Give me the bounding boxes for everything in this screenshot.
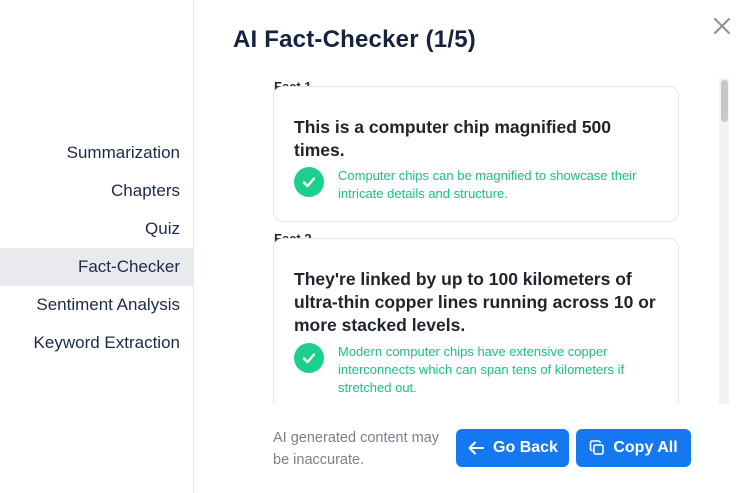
copy-all-button[interactable]: Copy All (576, 429, 691, 467)
fact-statement: This is a computer chip magnified 500 ti… (294, 117, 612, 160)
sidebar-item-label: Sentiment Analysis (36, 295, 180, 314)
sidebar-item-keyword-extraction[interactable]: Keyword Extraction (0, 324, 194, 362)
sidebar-item-fact-checker[interactable]: Fact-Checker (0, 248, 194, 286)
close-icon (714, 18, 730, 34)
arrow-left-icon (468, 441, 485, 455)
sidebar-item-label: Chapters (111, 181, 180, 200)
sidebar-item-label: Fact-Checker (77, 257, 180, 276)
close-button[interactable] (710, 14, 734, 38)
fact-card: They're linked by up to 100 kilometers o… (273, 238, 679, 404)
sidebar-item-summarization[interactable]: Summarization (0, 134, 194, 172)
sidebar-item-label: Summarization (66, 143, 180, 162)
feature-sidebar: Summarization Chapters Quiz Fact-Checker… (0, 0, 194, 493)
fact-note: Computer chips can be magnified to showc… (338, 168, 637, 201)
go-back-button[interactable]: Go Back (456, 429, 569, 467)
copy-all-label: Copy All (613, 439, 678, 456)
check-icon (294, 343, 324, 373)
copy-icon (590, 440, 605, 455)
page-title: AI Fact-Checker (1/5) (233, 26, 476, 53)
sidebar-item-label: Quiz (145, 219, 180, 238)
fact-checker-panel: AI Fact-Checker (1/5) Fact 1 This is a c… (195, 0, 753, 493)
sidebar-item-sentiment-analysis[interactable]: Sentiment Analysis (0, 286, 194, 324)
sidebar-item-label: Keyword Extraction (33, 333, 180, 352)
sidebar-item-quiz[interactable]: Quiz (0, 210, 194, 248)
fact-card: This is a computer chip magnified 500 ti… (273, 86, 679, 222)
facts-list[interactable]: Fact 1 This is a computer chip magnified… (195, 70, 735, 404)
fact-statement: They're linked by up to 100 kilometers o… (294, 269, 656, 335)
scrollbar-thumb[interactable] (721, 80, 728, 122)
scrollbar-track[interactable] (719, 78, 729, 404)
ai-disclaimer: AI generated content may be inaccurate. (273, 430, 440, 468)
go-back-label: Go Back (493, 439, 558, 456)
check-icon (294, 167, 324, 197)
sidebar-item-chapters[interactable]: Chapters (0, 172, 194, 210)
fact-note: Modern computer chips have extensive cop… (338, 344, 625, 395)
